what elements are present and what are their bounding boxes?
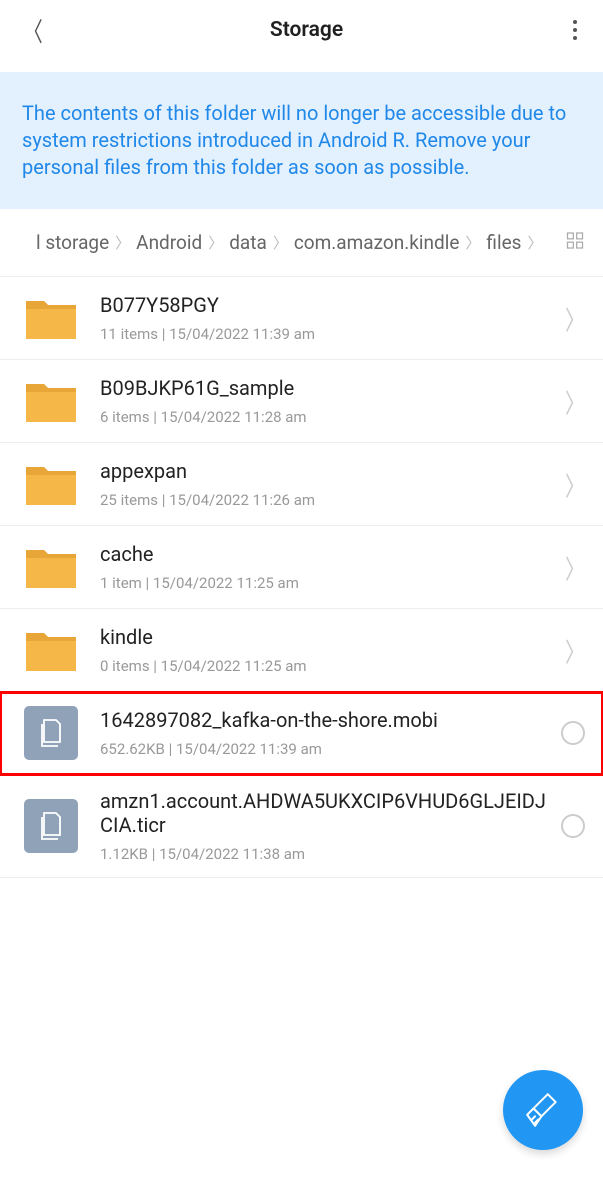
header: 〈 Storage — [0, 0, 603, 60]
grid-view-icon[interactable] — [565, 230, 585, 255]
folder-row[interactable]: cache 1 item | 15/04/2022 11:25 am 〉 — [0, 526, 603, 609]
clean-fab-button[interactable] — [503, 1070, 583, 1150]
file-name: 1642897082_kafka-on-the-shore.mobi — [100, 708, 553, 732]
file-row[interactable]: amzn1.account.AHDWA5UKXCIP6VHUD6GLJEIDJC… — [0, 775, 603, 878]
breadcrumb-segment[interactable]: data — [229, 231, 267, 254]
chevron-right-icon: 〉 — [565, 465, 585, 503]
folder-row[interactable]: B09BJKP61G_sample 6 items | 15/04/2022 11… — [0, 360, 603, 443]
document-icon — [24, 706, 78, 760]
select-radio[interactable] — [561, 721, 585, 745]
chevron-right-icon: 〉 — [565, 631, 585, 669]
file-name: B077Y58PGY — [100, 293, 557, 317]
file-list: B077Y58PGY 11 items | 15/04/2022 11:39 am… — [0, 277, 603, 878]
breadcrumb-segment[interactable]: com.amazon.kindle — [294, 231, 460, 254]
file-name: appexpan — [100, 459, 557, 483]
breadcrumb: l storage 〉 Android 〉 data 〉 com.amazon.… — [0, 209, 603, 277]
chevron-right-icon: 〉 — [465, 232, 480, 253]
folder-icon — [24, 291, 78, 345]
file-name: B09BJKP61G_sample — [100, 376, 557, 400]
breadcrumb-segment[interactable]: l storage — [36, 231, 109, 254]
chevron-right-icon: 〉 — [565, 548, 585, 586]
select-radio[interactable] — [561, 814, 585, 838]
file-info: B09BJKP61G_sample 6 items | 15/04/2022 11… — [100, 376, 557, 426]
breadcrumb-segment[interactable]: Android — [136, 231, 202, 254]
banner-text: The contents of this folder will no long… — [22, 101, 566, 179]
file-meta: 1 item | 15/04/2022 11:25 am — [100, 574, 557, 592]
file-info: cache 1 item | 15/04/2022 11:25 am — [100, 542, 557, 592]
chevron-right-icon: 〉 — [565, 299, 585, 337]
folder-icon — [24, 457, 78, 511]
file-name: kindle — [100, 625, 557, 649]
file-info: 1642897082_kafka-on-the-shore.mobi 652.62… — [100, 708, 553, 758]
warning-banner: The contents of this folder will no long… — [0, 72, 603, 209]
chevron-right-icon: 〉 — [565, 382, 585, 420]
file-info: B077Y58PGY 11 items | 15/04/2022 11:39 am — [100, 293, 557, 343]
chevron-right-icon: 〉 — [273, 232, 288, 253]
file-meta: 11 items | 15/04/2022 11:39 am — [100, 325, 557, 343]
file-meta: 652.62KB | 15/04/2022 11:39 am — [100, 740, 553, 758]
back-arrow-icon[interactable]: 〈 — [23, 12, 43, 49]
file-meta: 25 items | 15/04/2022 11:26 am — [100, 491, 557, 509]
document-icon — [24, 799, 78, 853]
chevron-right-icon: 〉 — [208, 232, 223, 253]
page-title: Storage — [270, 18, 343, 42]
folder-row[interactable]: appexpan 25 items | 15/04/2022 11:26 am 〉 — [0, 443, 603, 526]
folder-row[interactable]: kindle 0 items | 15/04/2022 11:25 am 〉 — [0, 609, 603, 692]
file-meta: 0 items | 15/04/2022 11:25 am — [100, 657, 557, 675]
file-info: kindle 0 items | 15/04/2022 11:25 am — [100, 625, 557, 675]
file-info: amzn1.account.AHDWA5UKXCIP6VHUD6GLJEIDJC… — [100, 789, 553, 863]
file-row[interactable]: 1642897082_kafka-on-the-shore.mobi 652.62… — [0, 692, 603, 775]
file-info: appexpan 25 items | 15/04/2022 11:26 am — [100, 459, 557, 509]
folder-row[interactable]: B077Y58PGY 11 items | 15/04/2022 11:39 am… — [0, 277, 603, 360]
file-meta: 1.12KB | 15/04/2022 11:38 am — [100, 845, 553, 863]
file-meta: 6 items | 15/04/2022 11:28 am — [100, 408, 557, 426]
folder-icon — [24, 540, 78, 594]
chevron-right-icon: 〉 — [527, 232, 542, 253]
chevron-right-icon: 〉 — [115, 232, 130, 253]
folder-icon — [24, 623, 78, 677]
file-name: amzn1.account.AHDWA5UKXCIP6VHUD6GLJEIDJC… — [100, 789, 553, 837]
breadcrumb-segment[interactable]: files — [486, 231, 521, 254]
folder-icon — [24, 374, 78, 428]
more-options-icon[interactable] — [567, 14, 583, 46]
file-name: cache — [100, 542, 557, 566]
